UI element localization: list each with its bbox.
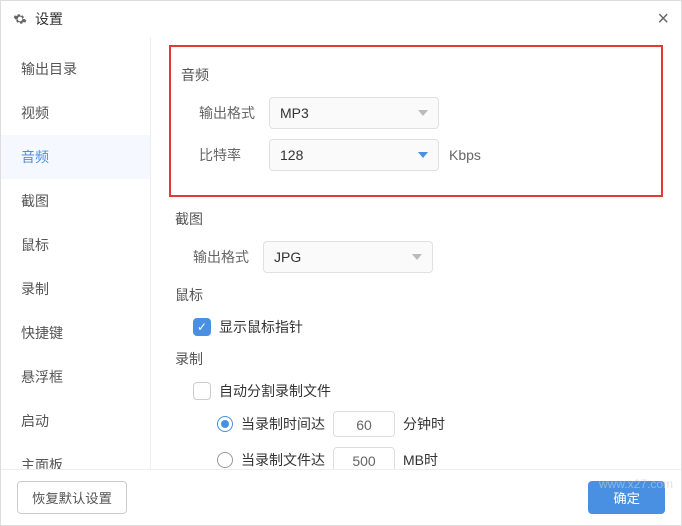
audio-section-highlight: 音频 输出格式 MP3 比特率 128 Kbps: [169, 45, 663, 197]
split-by-time-prefix: 当录制时间达: [241, 414, 325, 434]
close-icon[interactable]: ×: [657, 8, 669, 31]
screenshot-section-title: 截图: [175, 209, 657, 229]
audio-bitrate-value: 128: [280, 147, 303, 163]
sidebar-item-audio[interactable]: 音频: [1, 135, 150, 179]
auto-split-label: 自动分割录制文件: [219, 381, 331, 401]
audio-bitrate-unit: Kbps: [449, 147, 481, 163]
audio-bitrate-label: 比特率: [199, 145, 269, 165]
sidebar-item-screenshot[interactable]: 截图: [1, 179, 150, 223]
audio-format-value: MP3: [280, 105, 309, 121]
chevron-down-icon: [412, 254, 422, 260]
sidebar-item-output-dir[interactable]: 输出目录: [1, 47, 150, 91]
audio-format-label: 输出格式: [199, 103, 269, 123]
footer: 恢复默认设置 确定: [1, 469, 681, 525]
sidebar-item-main-panel[interactable]: 主面板: [1, 443, 150, 469]
show-pointer-label: 显示鼠标指针: [219, 317, 303, 337]
ok-button[interactable]: 确定: [588, 481, 665, 514]
audio-bitrate-select[interactable]: 128: [269, 139, 439, 171]
screenshot-format-label: 输出格式: [193, 247, 263, 267]
sidebar-item-video[interactable]: 视频: [1, 91, 150, 135]
split-by-size-radio[interactable]: [217, 452, 233, 468]
titlebar: 设置 ×: [1, 1, 681, 37]
record-section-title: 录制: [175, 349, 657, 369]
screenshot-format-select[interactable]: JPG: [263, 241, 433, 273]
chevron-down-icon: [418, 152, 428, 158]
sidebar-item-mouse[interactable]: 鼠标: [1, 223, 150, 267]
content: 音频 输出格式 MP3 比特率 128 Kbps 截: [151, 37, 681, 469]
sidebar: 输出目录 视频 音频 截图 鼠标 录制 快捷键 悬浮框 启动 主面板: [1, 37, 151, 469]
split-by-time-unit: 分钟时: [403, 414, 445, 434]
split-by-size-unit: MB时: [403, 450, 438, 469]
mouse-section-title: 鼠标: [175, 285, 657, 305]
gear-icon: [13, 12, 27, 26]
chevron-down-icon: [418, 110, 428, 116]
window-title: 设置: [35, 9, 63, 29]
split-size-input[interactable]: 500: [333, 447, 395, 469]
sidebar-item-hotkey[interactable]: 快捷键: [1, 311, 150, 355]
show-pointer-checkbox[interactable]: ✓: [193, 318, 211, 336]
audio-section-title: 音频: [181, 65, 651, 85]
split-by-time-radio[interactable]: [217, 416, 233, 432]
sidebar-item-record[interactable]: 录制: [1, 267, 150, 311]
split-by-size-prefix: 当录制文件达: [241, 450, 325, 469]
screenshot-format-value: JPG: [274, 249, 301, 265]
split-time-input[interactable]: 60: [333, 411, 395, 437]
auto-split-checkbox[interactable]: [193, 382, 211, 400]
sidebar-item-startup[interactable]: 启动: [1, 399, 150, 443]
restore-defaults-button[interactable]: 恢复默认设置: [17, 481, 127, 514]
sidebar-item-floating[interactable]: 悬浮框: [1, 355, 150, 399]
audio-format-select[interactable]: MP3: [269, 97, 439, 129]
